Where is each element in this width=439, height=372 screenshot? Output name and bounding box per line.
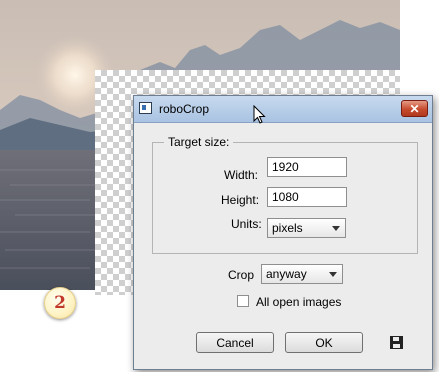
all-open-images-label[interactable]: All open images	[256, 295, 341, 309]
crop-label: Crop	[228, 268, 255, 282]
chevron-down-icon	[332, 226, 340, 231]
width-input[interactable]: 1920	[267, 157, 347, 177]
mouse-pointer-icon	[253, 104, 267, 130]
floppy-disk-icon[interactable]	[390, 336, 403, 349]
crop-selected-value: anyway	[266, 267, 307, 281]
cancel-button[interactable]: Cancel	[196, 332, 274, 353]
height-label: Height:	[221, 193, 260, 207]
dialog-title: roboCrop	[159, 102, 210, 116]
app-window-icon	[139, 102, 152, 114]
all-open-images-checkbox[interactable]	[237, 295, 249, 307]
crop-dropdown[interactable]: anyway	[261, 264, 343, 284]
chevron-down-icon	[329, 272, 337, 277]
dialog-titlebar[interactable]: roboCrop ✕	[134, 96, 432, 123]
height-value: 1080	[272, 190, 299, 204]
close-icon: ✕	[409, 101, 420, 116]
ok-button-label: OK	[315, 335, 333, 350]
width-label: Width:	[224, 168, 259, 182]
units-label: Units:	[231, 217, 262, 231]
robocrop-dialog: roboCrop ✕ Target size: Width: 1920 Heig…	[133, 95, 433, 370]
height-input[interactable]: 1080	[267, 187, 347, 207]
units-dropdown[interactable]: pixels	[267, 218, 346, 238]
step-number-badge: 2	[44, 287, 76, 319]
units-selected-value: pixels	[272, 221, 303, 235]
width-value: 1920	[272, 160, 299, 174]
ok-button[interactable]: OK	[285, 332, 363, 353]
close-button[interactable]: ✕	[401, 100, 428, 117]
target-size-legend: Target size:	[164, 135, 234, 149]
cancel-button-label: Cancel	[216, 335, 254, 350]
